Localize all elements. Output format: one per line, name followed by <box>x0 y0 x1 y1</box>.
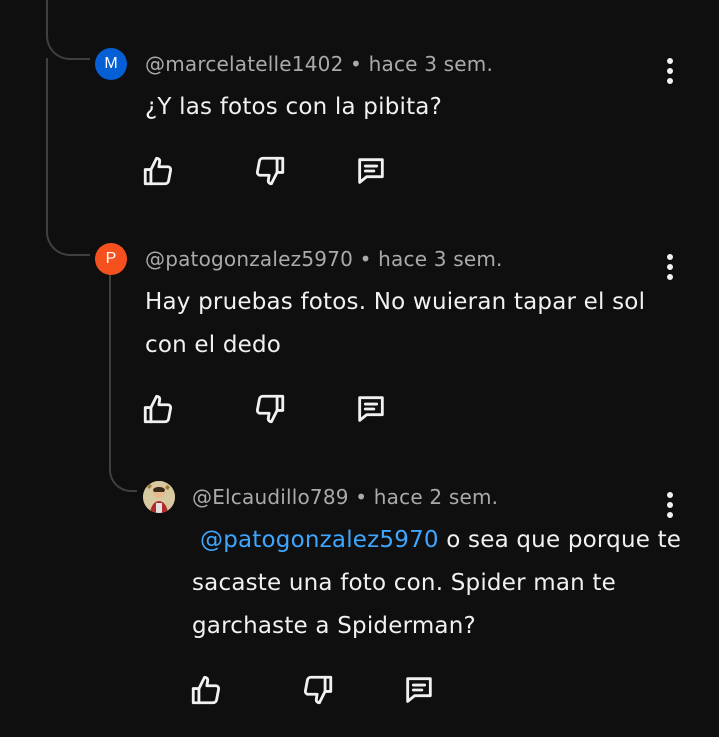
thread-line-main <box>46 0 90 60</box>
thread-line-main <box>46 58 90 256</box>
more-vertical-icon[interactable] <box>658 54 682 88</box>
comment-meta: @patogonzalez5970 • hace 3 sem. <box>145 247 503 271</box>
dislike-button[interactable] <box>300 672 336 708</box>
dislike-button[interactable] <box>252 153 288 189</box>
like-button[interactable] <box>140 391 176 427</box>
avatar[interactable]: P <box>95 243 127 275</box>
avatar-image <box>143 481 175 513</box>
thumb-up-icon <box>143 156 173 186</box>
comment-text: Hay pruebas fotos. No wuieran tapar el s… <box>145 289 646 358</box>
reply-icon <box>358 158 384 184</box>
avatar[interactable] <box>143 481 175 513</box>
reply-icon <box>406 677 432 703</box>
comment-meta: @marcelatelle1402 • hace 3 sem. <box>145 52 494 76</box>
more-vertical-icon[interactable] <box>658 250 682 284</box>
reply-button[interactable] <box>401 672 437 708</box>
thumb-up-icon <box>143 394 173 424</box>
avatar[interactable]: M <box>95 48 127 80</box>
thumb-down-icon <box>255 156 285 186</box>
thread-line-nested <box>109 274 137 492</box>
reply-button[interactable] <box>353 391 389 427</box>
reply-icon <box>358 396 384 422</box>
comment-text: @patogonzalez5970 o sea que porque te sa… <box>192 519 682 648</box>
like-button[interactable] <box>188 672 224 708</box>
more-vertical-icon[interactable] <box>658 488 682 522</box>
thumb-down-icon <box>303 675 333 705</box>
dislike-button[interactable] <box>252 391 288 427</box>
mention-link[interactable]: @patogonzalez5970 <box>200 527 439 553</box>
like-button[interactable] <box>140 153 176 189</box>
thumb-up-icon <box>191 675 221 705</box>
comment-text: ¿Y las fotos con la pibita? <box>145 94 442 120</box>
reply-button[interactable] <box>353 153 389 189</box>
thumb-down-icon <box>255 394 285 424</box>
comment-meta: @Elcaudillo789 • hace 2 sem. <box>192 485 499 509</box>
